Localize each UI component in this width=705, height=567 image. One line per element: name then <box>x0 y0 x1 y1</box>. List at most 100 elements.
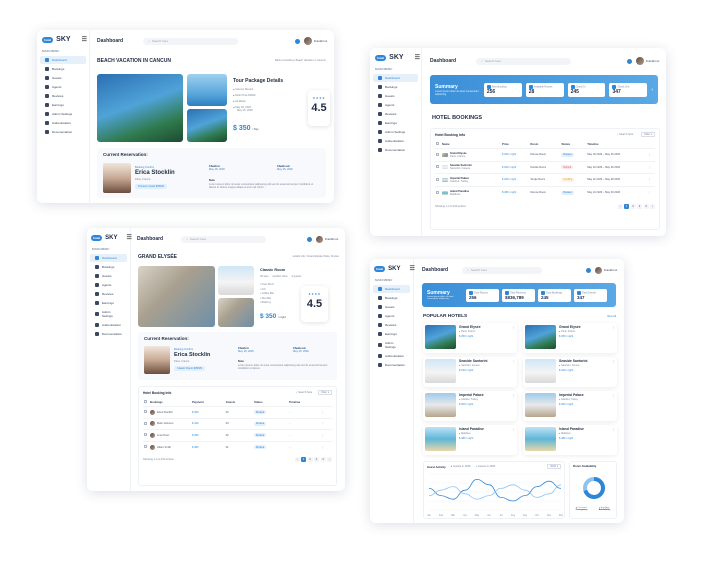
bell-icon[interactable] <box>294 38 300 44</box>
sidebar-item-bookings[interactable]: Bookings <box>90 263 127 271</box>
page-button[interactable]: 1 <box>301 457 306 463</box>
room-button[interactable]: Premium Suite $350/N <box>135 184 168 189</box>
row-checkbox[interactable] <box>144 433 147 437</box>
hotel-card[interactable]: Island Paradise ● Maldives $ 480 / night ⋮ <box>523 425 617 455</box>
sidebar-item-earnings[interactable]: Earnings <box>90 299 127 307</box>
table-row[interactable]: Erica Stocklin $ 350 02 Booked — ⋮ <box>143 406 332 419</box>
row-checkbox[interactable] <box>436 190 439 194</box>
stat-card[interactable]: Available Rooms 28 <box>525 82 564 97</box>
avatar[interactable] <box>594 266 602 274</box>
menu-icon[interactable]: ☰ <box>410 265 415 272</box>
row-checkbox[interactable] <box>436 165 439 169</box>
sidebar-item-agents[interactable]: Agents <box>40 83 86 91</box>
breadcrumb[interactable]: Hotels Info / Grand Elysée Paris, France <box>293 255 339 258</box>
page-button[interactable]: ‹ <box>617 204 623 210</box>
user-name[interactable]: Franklin A. <box>314 39 328 43</box>
sidebar-item-documentation[interactable]: Documentation <box>373 146 418 154</box>
sidebar-item-dashboard[interactable]: Dashboard <box>373 285 410 293</box>
breadcrumb[interactable]: Back to booking / Beach Vacation in Canc… <box>275 59 326 62</box>
row-menu-icon[interactable]: ⋮ <box>646 148 655 162</box>
row-menu-icon[interactable]: ⋮ <box>320 440 332 453</box>
more-icon[interactable]: ⋮ <box>612 393 615 397</box>
page-button[interactable]: 1 <box>624 204 629 210</box>
sidebar-item-guests[interactable]: Guests <box>40 74 86 82</box>
sidebar-item-agents[interactable]: Agents <box>373 101 418 109</box>
search-input[interactable]: ⌕ Search here <box>476 57 572 65</box>
sidebar-item-earnings[interactable]: Earnings <box>373 119 418 127</box>
user-name[interactable]: Franklin A. <box>325 237 339 241</box>
more-icon[interactable]: ⋮ <box>512 325 515 329</box>
col-timeline[interactable]: Timeline <box>586 140 647 149</box>
sidebar-item-guests[interactable]: Guests <box>90 272 127 280</box>
sidebar-item-documentation[interactable]: Documentation <box>373 361 410 369</box>
page-button[interactable]: 4 <box>643 204 649 210</box>
more-icon[interactable]: ⋮ <box>512 393 515 397</box>
stat-card[interactable]: Check In 245 <box>567 82 606 97</box>
sidebar-item-bookings[interactable]: Bookings <box>40 65 86 73</box>
view-all-link[interactable]: View All <box>607 315 616 318</box>
sidebar-item-dashboard[interactable]: Dashboard <box>90 254 127 262</box>
select-all-checkbox[interactable] <box>144 400 147 403</box>
sidebar-item-earnings[interactable]: Earnings <box>373 330 410 338</box>
row-menu-icon[interactable]: ⋮ <box>320 429 332 442</box>
filter-button[interactable]: Filter ▾ <box>641 132 655 137</box>
hotel-card[interactable]: Grand Elysée ● Paris, France $ 350 / night… <box>423 323 517 353</box>
sidebar-item-guests[interactable]: Guests <box>373 303 410 311</box>
period-select[interactable]: 2026 ▾ <box>547 464 561 469</box>
hotel-card[interactable]: Seaside Santorini ● Santorini, Greece $ 32… <box>423 357 517 387</box>
more-icon[interactable]: ⋮ <box>612 325 615 329</box>
bell-icon[interactable] <box>306 236 312 242</box>
select-all-checkbox[interactable] <box>436 142 439 145</box>
avatar[interactable] <box>303 37 312 45</box>
hotel-card[interactable]: Grand Elysée ● Paris, France $ 350 / night… <box>523 323 617 353</box>
row-menu-icon[interactable]: ⋮ <box>646 173 655 187</box>
row-checkbox[interactable] <box>436 177 439 181</box>
table-row[interactable]: Seaside Santorini Santorini, Greece $ 320 … <box>435 160 655 174</box>
page-button[interactable]: 2 <box>307 457 313 463</box>
chevron-right-icon[interactable]: › <box>651 87 653 93</box>
table-search[interactable]: ⌕ Search here <box>617 133 633 136</box>
page-button[interactable]: › <box>650 204 655 210</box>
row-menu-icon[interactable]: ⋮ <box>646 185 655 199</box>
row-checkbox[interactable] <box>144 421 147 425</box>
row-checkbox[interactable] <box>144 410 147 414</box>
col-bookings[interactable]: Bookings <box>149 398 191 407</box>
col-status[interactable]: Status <box>560 140 586 149</box>
sidebar-item-earnings[interactable]: Earnings <box>40 101 86 109</box>
sidebar-item-dashboard[interactable]: Dashboard <box>40 56 86 64</box>
row-checkbox[interactable] <box>436 152 439 156</box>
sidebar-item-authentication[interactable]: Authentication <box>40 119 86 127</box>
sidebar-item-authentication[interactable]: Authentication <box>373 352 410 360</box>
table-row[interactable]: Island Paradise Maldives $ 480 / night Delu… <box>435 185 655 199</box>
more-icon[interactable]: ⋮ <box>512 359 515 363</box>
hotel-card[interactable]: Seaside Santorini ● Santorini, Greece $ 32… <box>523 357 617 387</box>
sidebar-item-reviews[interactable]: Reviews <box>373 110 418 118</box>
more-icon[interactable]: ⋮ <box>612 427 615 431</box>
menu-icon[interactable]: ☰ <box>82 36 87 43</box>
sidebar-item-agents[interactable]: Agents <box>90 281 127 289</box>
search-input[interactable]: ⌕ Search here <box>462 266 543 274</box>
row-checkbox[interactable] <box>144 445 147 449</box>
sidebar-item-reviews[interactable]: Reviews <box>40 92 86 100</box>
page-button[interactable]: 3 <box>314 457 319 463</box>
col-payment[interactable]: Payment <box>191 398 225 407</box>
bell-icon[interactable] <box>585 267 591 273</box>
row-menu-icon[interactable]: ⋮ <box>320 417 332 430</box>
search-input[interactable]: ⌕ Search here <box>143 37 239 45</box>
hotel-card[interactable]: Imperial Palace ● Istanbul, Turkey $ 300 /… <box>523 391 617 421</box>
sidebar-item-dashboard[interactable]: Dashboard <box>373 74 418 82</box>
sidebar-item-guests[interactable]: Guests <box>373 92 418 100</box>
avatar[interactable] <box>635 57 644 65</box>
page-button[interactable]: ‹ <box>294 457 300 463</box>
row-menu-icon[interactable]: ⋮ <box>320 406 332 419</box>
sidebar-item-reviews[interactable]: Reviews <box>90 290 127 298</box>
stat-card[interactable]: Total Revenue $836,789 <box>502 288 535 302</box>
sidebar-item-authentication[interactable]: Authentication <box>90 321 127 329</box>
table-row[interactable]: Imperial Palace Istanbul, Turkey $ 320 / n… <box>435 173 655 187</box>
sidebar-item-reviews[interactable]: Reviews <box>373 321 410 329</box>
page-button[interactable]: 3 <box>637 204 642 210</box>
stat-card[interactable]: Total Bookings 245 <box>538 288 571 302</box>
filter-button[interactable]: Filter ▾ <box>318 390 332 395</box>
avatar[interactable] <box>315 235 323 243</box>
sidebar-item-documentation[interactable]: Documentation <box>40 128 86 136</box>
